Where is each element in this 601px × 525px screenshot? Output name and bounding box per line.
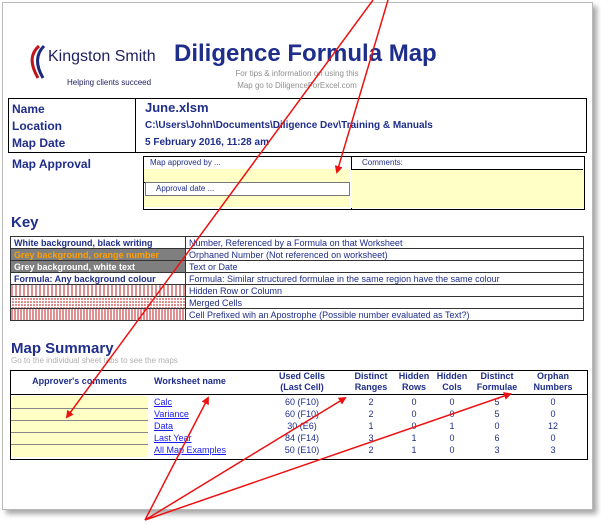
arrow-to-ranges	[144, 396, 347, 521]
arrow-to-comments	[65, 0, 374, 419]
arrow-to-approval	[334, 0, 389, 174]
annotation-arrows	[65, 0, 512, 521]
